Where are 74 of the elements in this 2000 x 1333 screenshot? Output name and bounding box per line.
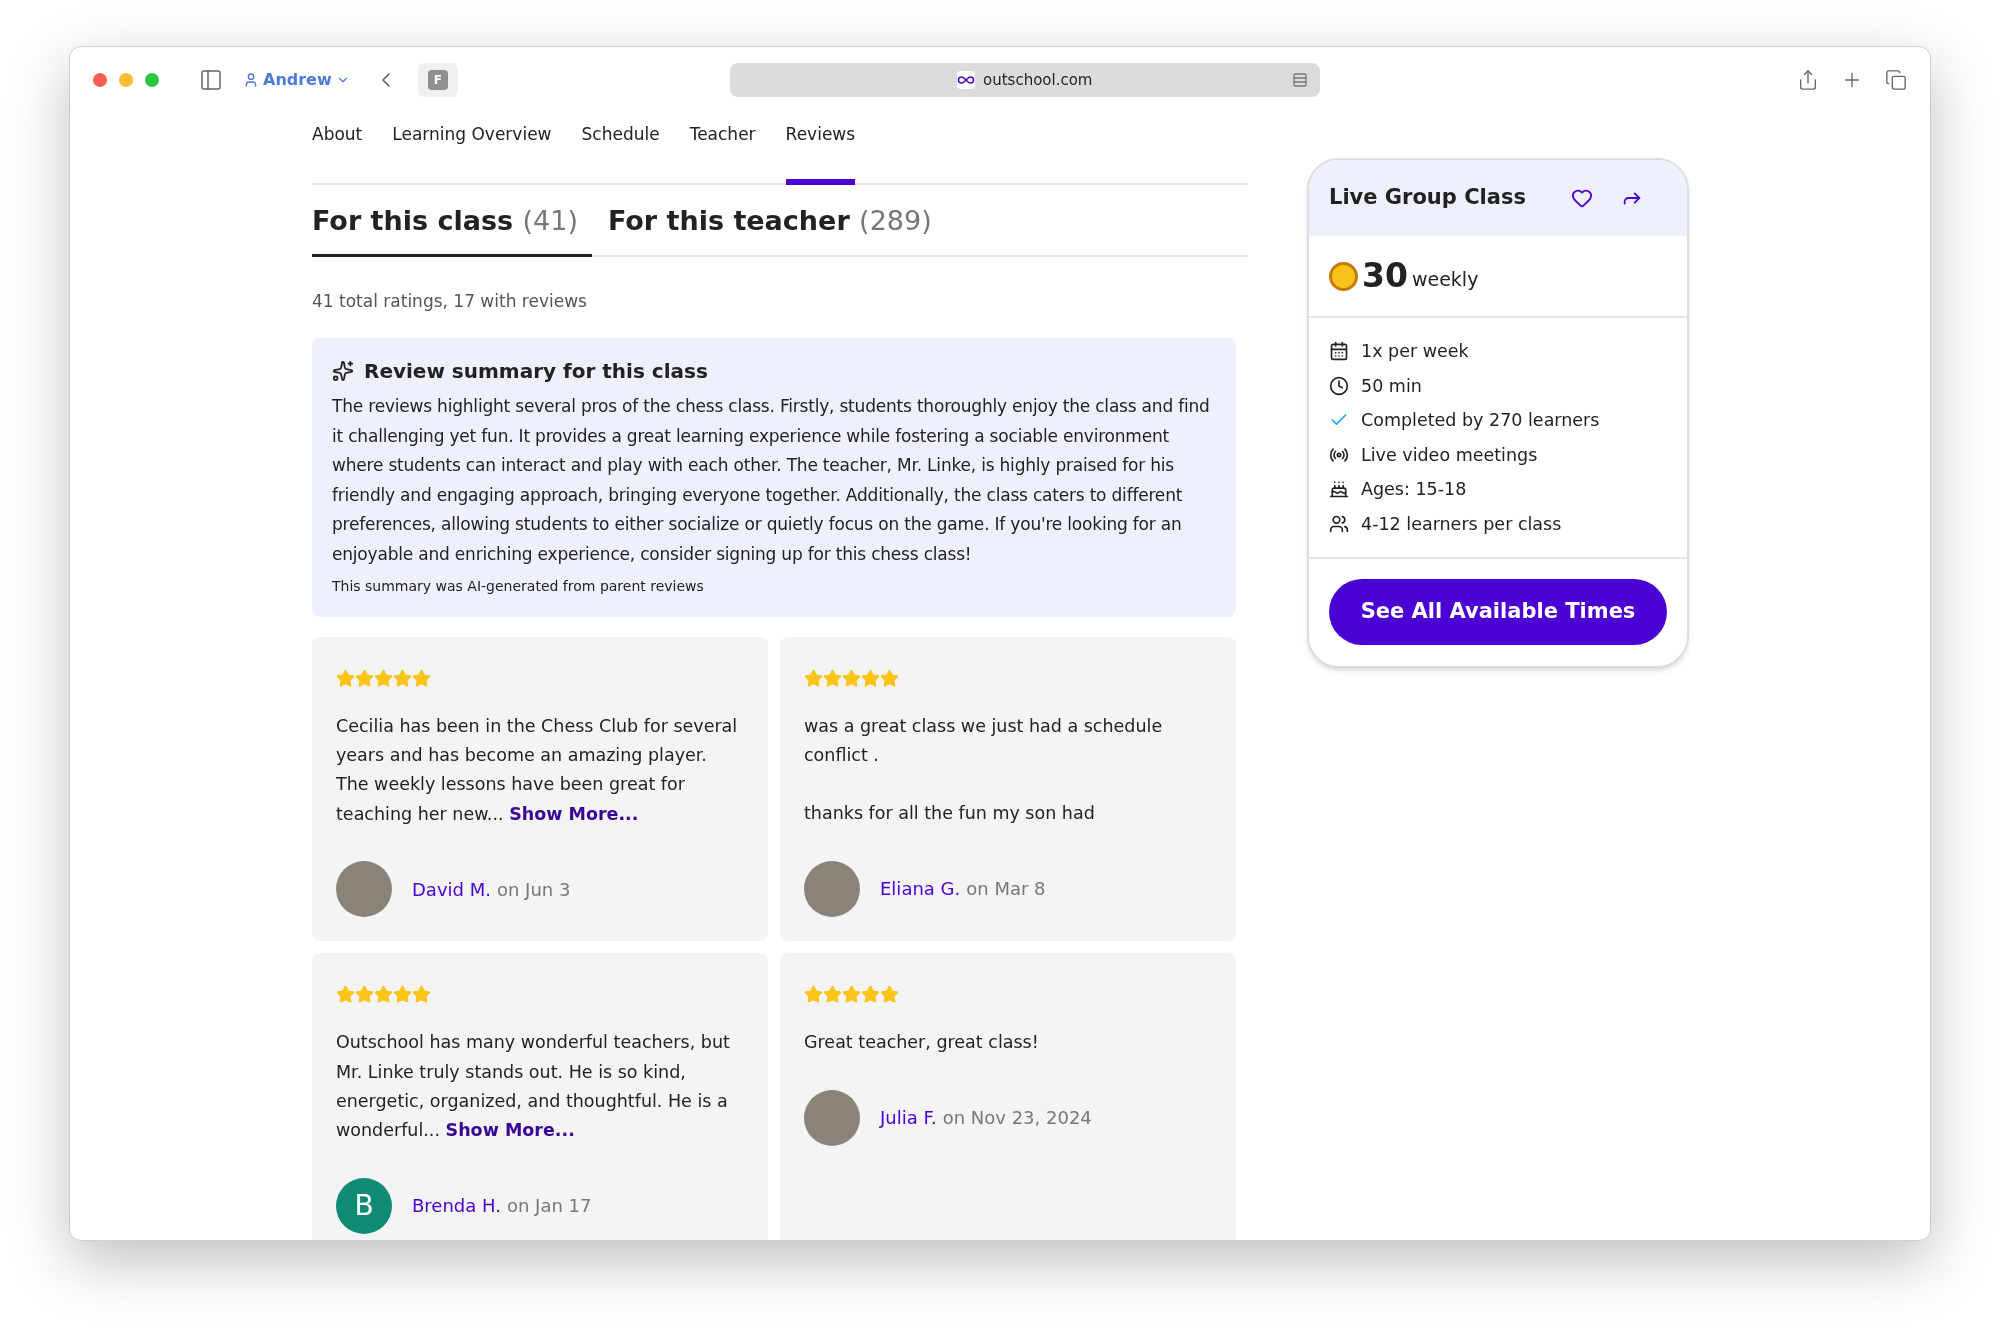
nav-tab[interactable]: Schedule bbox=[581, 121, 660, 185]
class-detail: Live video meetings bbox=[1361, 443, 1538, 467]
profile-button[interactable]: Andrew bbox=[243, 68, 350, 92]
class-detail: Completed by 270 learners bbox=[1361, 409, 1600, 433]
review-text: Great teacher, great class! bbox=[804, 1031, 1040, 1055]
close-button[interactable] bbox=[93, 73, 107, 87]
reviewer-name[interactable]: David M. bbox=[412, 875, 491, 903]
star-icon bbox=[842, 668, 861, 688]
class-detail: 50 min bbox=[1361, 374, 1422, 398]
summary-text: The reviews highlight several pros of the chess class. Firstly, students thoroughly enjoy the class and find it challenging yet fun. It provides a great learning experience while fostering a sociable environment where students can interact and play with each other. The teacher, Mr. Linke, is highly praised for his friendly and engaging approach, bringing everyone together. Additionally, the class caters to different preferences, allowing students to either socialize or quietly focus on the game. If you're looking for an enjoyable and enriching experience, consider signing up for this chess class! bbox=[332, 395, 1211, 566]
price: 30 bbox=[1362, 255, 1408, 298]
star-icon bbox=[804, 985, 823, 1005]
sparkle-icon bbox=[332, 360, 354, 382]
calendar-icon bbox=[1329, 341, 1349, 362]
class-detail: 1x per week bbox=[1361, 340, 1469, 364]
people-icon bbox=[1329, 513, 1349, 534]
summary-title: Review summary for this class bbox=[364, 358, 708, 385]
price-period: weekly bbox=[1411, 266, 1479, 292]
star-icon bbox=[393, 985, 412, 1005]
star-icon bbox=[355, 668, 374, 688]
star-icon bbox=[842, 985, 861, 1005]
address-bar[interactable]: outschool.com bbox=[729, 63, 1320, 97]
star-icon bbox=[861, 668, 880, 688]
star-icon bbox=[393, 668, 412, 688]
zoom-button[interactable] bbox=[145, 73, 159, 87]
avatar-initial: B bbox=[336, 1177, 392, 1234]
star-icon bbox=[880, 985, 899, 1005]
reviewer-name[interactable]: Eliana G. bbox=[880, 875, 961, 903]
star-icon bbox=[355, 985, 374, 1005]
star-icon bbox=[336, 985, 355, 1005]
star-icon bbox=[374, 668, 393, 688]
nav-tab[interactable]: Reviews bbox=[785, 121, 856, 185]
star-icon bbox=[374, 985, 393, 1005]
tabs-overview-icon[interactable] bbox=[1885, 69, 1907, 91]
review-text: was a great class we just had a schedule conflict . bbox=[804, 714, 1164, 767]
review-tab[interactable]: For this class (41) bbox=[312, 201, 592, 257]
show-more-link[interactable]: Show More... bbox=[509, 803, 639, 824]
person-icon bbox=[243, 72, 259, 88]
star-icon bbox=[880, 668, 899, 688]
star-icon bbox=[823, 668, 842, 688]
clock-icon bbox=[1329, 375, 1349, 396]
review-date: on Mar 8 bbox=[966, 877, 1046, 902]
star-icon bbox=[861, 985, 880, 1005]
star-icon bbox=[336, 668, 355, 688]
star-icon bbox=[823, 985, 842, 1005]
card-title: Live Group Class bbox=[1329, 184, 1526, 212]
coin-icon bbox=[1329, 261, 1358, 291]
reader-icon[interactable] bbox=[1291, 72, 1308, 88]
nav-tab[interactable]: Teacher bbox=[689, 121, 756, 185]
cake-icon bbox=[1329, 479, 1349, 500]
nav-tab[interactable]: About bbox=[312, 121, 363, 185]
reviewer-name[interactable]: Brenda H. bbox=[412, 1192, 501, 1220]
nav-tab[interactable]: Learning Overview bbox=[392, 121, 552, 185]
show-more-link[interactable]: Show More... bbox=[445, 1120, 575, 1141]
review-text: Cecilia has been in the Chess Club for several years and has become an amazing player. The weekly lessons have been great for teaching her new... Show More... bbox=[336, 714, 739, 826]
review-date: on Nov 23, 2024 bbox=[942, 1106, 1092, 1131]
review-text: thanks for all the fun my son had bbox=[804, 802, 1096, 826]
review-date: on Jun 3 bbox=[496, 877, 571, 902]
share-icon[interactable] bbox=[1797, 69, 1819, 91]
star-icon bbox=[804, 668, 823, 688]
star-icon bbox=[412, 985, 431, 1005]
heart-icon[interactable] bbox=[1571, 187, 1593, 209]
star-icon bbox=[412, 668, 431, 688]
class-detail: Ages: 15-18 bbox=[1361, 478, 1467, 502]
review-date: on Jan 17 bbox=[506, 1194, 592, 1219]
sidebar-icon[interactable] bbox=[199, 68, 223, 92]
reviewer-name[interactable]: Julia F. bbox=[880, 1104, 937, 1132]
class-detail: 4-12 learners per class bbox=[1361, 512, 1562, 536]
review-text: Outschool has many wonderful teachers, but Mr. Linke truly stands out. He is so kind, energetic, organized, and thoughtful. He is a wonderful... Show More... bbox=[336, 1031, 731, 1143]
see-times-button[interactable]: See All Available Times bbox=[1329, 579, 1667, 645]
site-logo-icon bbox=[957, 71, 975, 89]
summary-note: This summary was AI-generated from parent reviews bbox=[332, 576, 705, 596]
ratings-count: 41 total ratings, 17 with reviews bbox=[312, 289, 588, 313]
review-tab[interactable]: For this teacher (289) bbox=[607, 201, 946, 257]
